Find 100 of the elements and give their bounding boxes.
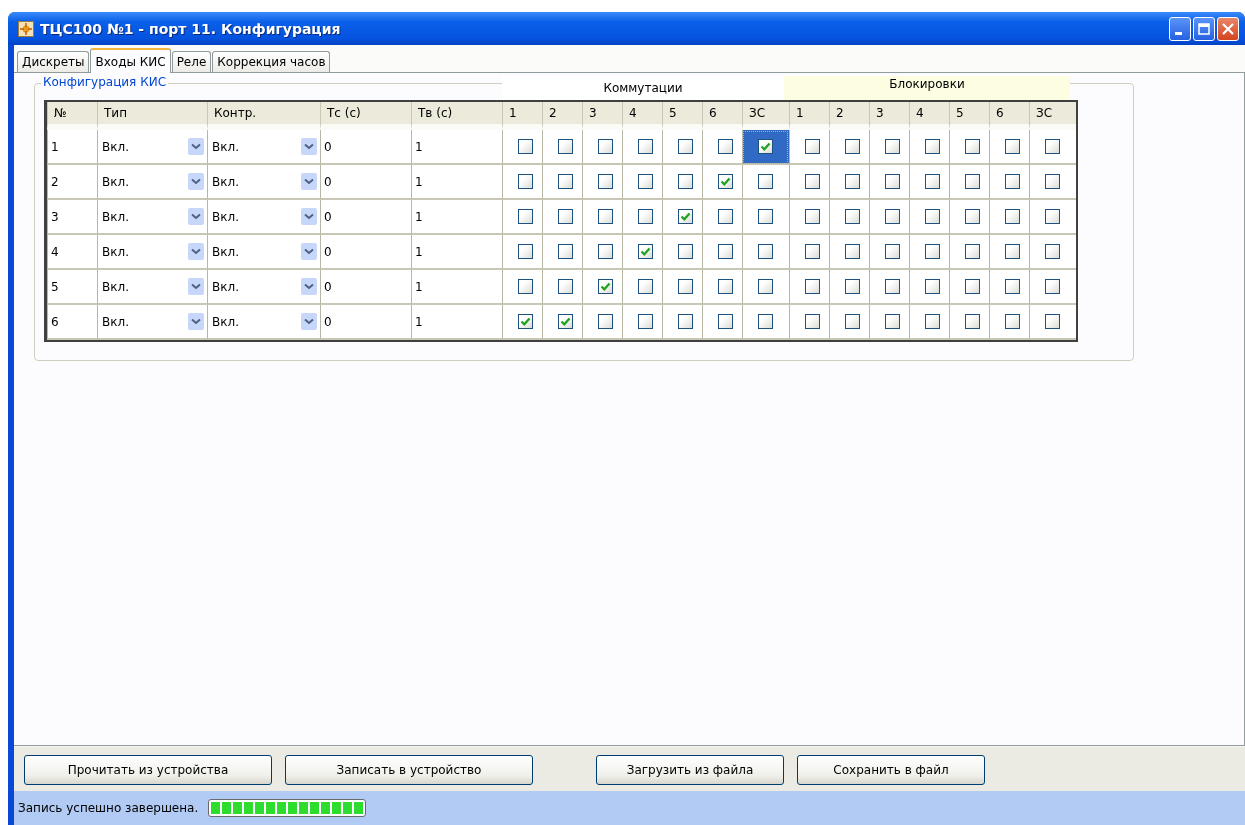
grid-cell[interactable] [1029, 270, 1076, 305]
grid-cell[interactable] [702, 270, 742, 305]
checkbox[interactable] [558, 209, 573, 224]
checkbox[interactable] [1045, 314, 1060, 329]
checkbox[interactable] [925, 314, 940, 329]
checkbox[interactable] [965, 314, 980, 329]
grid-cell[interactable] [542, 270, 582, 305]
grid-cell[interactable] [702, 305, 742, 340]
checkbox[interactable] [718, 174, 733, 189]
grid-cell[interactable] [869, 130, 909, 165]
checkbox[interactable] [965, 244, 980, 259]
checkbox[interactable] [598, 209, 613, 224]
checkbox[interactable] [598, 314, 613, 329]
grid-cell[interactable] [542, 235, 582, 270]
grid-cell[interactable] [949, 165, 989, 200]
checkbox[interactable] [885, 139, 900, 154]
checkbox[interactable] [925, 209, 940, 224]
grid-cell[interactable] [702, 200, 742, 235]
table-cell[interactable]: 0 [320, 305, 411, 340]
grid-cell[interactable] [662, 305, 702, 340]
checkbox[interactable] [558, 174, 573, 189]
dropdown-field[interactable]: Вкл. [97, 305, 207, 340]
checkbox[interactable] [518, 314, 533, 329]
dropdown-field[interactable]: Вкл. [97, 235, 207, 270]
checkbox[interactable] [845, 244, 860, 259]
checkbox[interactable] [805, 209, 820, 224]
grid-cell[interactable] [582, 165, 622, 200]
grid-cell[interactable] [789, 235, 829, 270]
checkbox[interactable] [965, 279, 980, 294]
grid-cell[interactable] [582, 235, 622, 270]
grid-cell[interactable] [702, 165, 742, 200]
dropdown-field[interactable]: Вкл. [207, 130, 320, 165]
grid-cell[interactable] [662, 130, 702, 165]
grid-cell[interactable] [869, 235, 909, 270]
grid-cell[interactable] [1029, 305, 1076, 340]
table-cell[interactable]: 1 [411, 165, 502, 200]
checkbox[interactable] [845, 139, 860, 154]
checkbox[interactable] [758, 279, 773, 294]
action-button[interactable]: Прочитать из устройства [24, 755, 272, 785]
column-header[interactable]: ЗС [742, 102, 789, 130]
checkbox[interactable] [598, 279, 613, 294]
grid-cell[interactable] [909, 305, 949, 340]
checkbox[interactable] [518, 139, 533, 154]
checkbox[interactable] [925, 279, 940, 294]
minimize-button[interactable] [1169, 16, 1191, 41]
grid-cell[interactable] [742, 235, 789, 270]
checkbox[interactable] [638, 314, 653, 329]
grid-cell[interactable] [662, 235, 702, 270]
grid-cell[interactable] [989, 270, 1029, 305]
checkbox[interactable] [925, 244, 940, 259]
checkbox[interactable] [518, 209, 533, 224]
checkbox[interactable] [638, 174, 653, 189]
checkbox[interactable] [845, 174, 860, 189]
table-cell[interactable]: 1 [411, 200, 502, 235]
grid-cell[interactable] [582, 305, 622, 340]
tab[interactable]: Реле [171, 51, 212, 72]
checkbox[interactable] [845, 314, 860, 329]
checkbox[interactable] [638, 139, 653, 154]
grid-cell[interactable] [502, 305, 542, 340]
checkbox[interactable] [638, 279, 653, 294]
grid-cell[interactable] [829, 305, 869, 340]
column-header[interactable]: 4 [909, 102, 949, 130]
checkbox[interactable] [885, 279, 900, 294]
checkbox[interactable] [518, 279, 533, 294]
grid-cell[interactable] [742, 305, 789, 340]
grid-cell[interactable] [829, 165, 869, 200]
dropdown-field[interactable]: Вкл. [97, 130, 207, 165]
column-header[interactable]: 2 [542, 102, 582, 130]
grid-cell[interactable] [1029, 165, 1076, 200]
grid-cell[interactable] [829, 270, 869, 305]
grid-cell[interactable] [742, 200, 789, 235]
dropdown-field[interactable]: Вкл. [207, 305, 320, 340]
tab[interactable]: Дискреты [17, 51, 90, 72]
checkbox[interactable] [678, 244, 693, 259]
grid-cell[interactable] [869, 165, 909, 200]
grid-cell[interactable] [662, 200, 702, 235]
grid-cell[interactable] [869, 270, 909, 305]
close-button[interactable] [1217, 16, 1239, 41]
checkbox[interactable] [965, 139, 980, 154]
checkbox[interactable] [758, 174, 773, 189]
checkbox[interactable] [885, 209, 900, 224]
grid-cell[interactable] [789, 130, 829, 165]
dropdown-field[interactable]: Вкл. [207, 270, 320, 305]
action-button[interactable]: Сохранить в файл [797, 755, 985, 785]
checkbox[interactable] [885, 174, 900, 189]
checkbox[interactable] [638, 244, 653, 259]
checkbox[interactable] [845, 279, 860, 294]
checkbox[interactable] [558, 279, 573, 294]
checkbox[interactable] [718, 244, 733, 259]
checkbox[interactable] [965, 174, 980, 189]
checkbox[interactable] [1005, 139, 1020, 154]
checkbox[interactable] [718, 139, 733, 154]
checkbox[interactable] [805, 244, 820, 259]
grid-cell[interactable] [502, 235, 542, 270]
dropdown-field[interactable]: Вкл. [207, 200, 320, 235]
grid-cell[interactable] [789, 165, 829, 200]
grid-cell[interactable] [662, 165, 702, 200]
checkbox[interactable] [1005, 174, 1020, 189]
grid-cell[interactable] [1029, 235, 1076, 270]
checkbox[interactable] [598, 139, 613, 154]
